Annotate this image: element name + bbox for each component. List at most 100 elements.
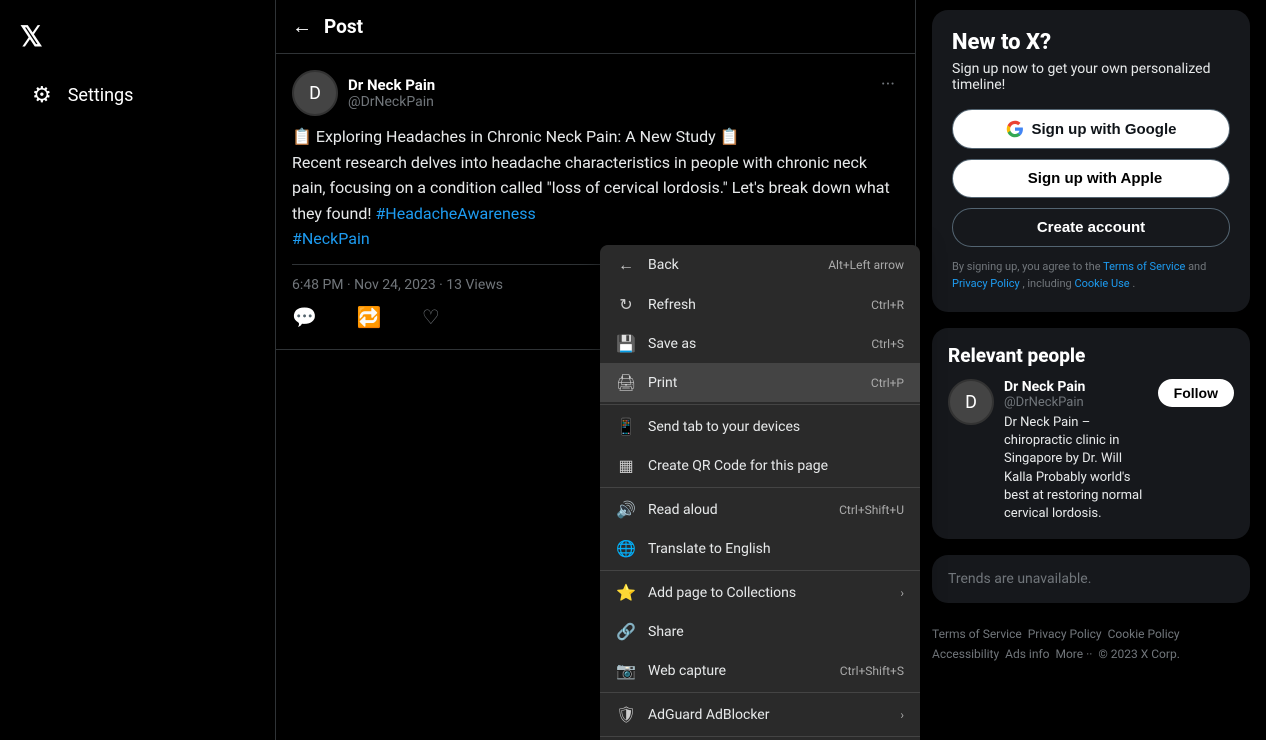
create-account-label: Create account [1037,219,1145,236]
post-header: ← Post [276,0,915,54]
reply-button[interactable]: 💬 [292,305,317,329]
context-menu-item-collections[interactable]: ⭐Add page to Collections › [600,573,920,612]
send-tab-icon: 📱 [616,417,636,436]
footer-terms-link[interactable]: Terms of Service [932,627,1022,641]
read-aloud-icon: 🔊 [616,500,636,519]
new-to-x-title: New to X? [952,30,1230,55]
ctx-left-back: ← Back [616,255,679,275]
sidebar-item-label: Settings [68,85,134,106]
back-icon: ← [616,255,636,275]
save-as-icon: 💾 [616,334,636,353]
cookie-use-link[interactable]: Cookie Use [1074,277,1129,290]
repost-button[interactable]: 🔁 [357,305,382,329]
back-button[interactable]: ← [292,14,312,39]
ctx-left-save-as: 💾 Save as [616,334,696,353]
new-to-x-subtitle: Sign up now to get your own personalized… [952,61,1230,93]
ctx-shortcut-save-as: Ctrl+S [871,337,904,351]
right-sidebar: New to X? Sign up now to get your own pe… [916,0,1266,740]
person-avatar: D [948,379,994,425]
qr-code-icon: ▦ [616,456,636,475]
context-menu-item-adguard[interactable]: 🛡 AdGuard AdBlocker › [600,695,920,734]
ctx-label-read-aloud: Read aloud [648,502,718,518]
adguard-icon: 🛡 [616,705,636,724]
trends-unavailable: Trends are unavailable. [948,571,1234,587]
refresh-icon: ↻ [616,295,636,314]
relevant-people-title: Relevant people [948,344,1234,367]
post-author-row: D Dr Neck Pain @DrNeckPain ··· [292,70,899,116]
terms-of-service-link[interactable]: Terms of Service [1103,260,1185,273]
avatar: D [292,70,338,116]
post-text: 📋 Exploring Headaches in Chronic Neck Pa… [292,124,899,252]
ctx-left-share: 🔗Share [616,622,684,641]
new-to-x-box: New to X? Sign up now to get your own pe… [932,10,1250,312]
ctx-label-back: Back [648,257,679,273]
person-bio: Dr Neck Pain – chiropractic clinic in Si… [1004,414,1148,523]
ctx-label-refresh: Refresh [648,297,696,313]
ctx-label-share: Share [648,624,684,640]
more-options-button[interactable]: ··· [877,70,899,99]
ctx-left-collections: ⭐Add page to Collections [616,583,796,602]
ctx-label-send-tab: Send tab to your devices [648,419,800,435]
author-handle: @DrNeckPain [348,94,435,110]
signup-google-label: Sign up with Google [1032,121,1177,138]
ctx-label-qr-code: Create QR Code for this page [648,458,828,474]
ctx-left-web-capture: 📷Web capture [616,661,726,680]
footer-more-link[interactable]: More ·· [1055,647,1092,661]
create-account-button[interactable]: Create account [952,208,1230,247]
footer-accessibility-link[interactable]: Accessibility [932,647,999,661]
sidebar-item-settings[interactable]: ⚙ Settings [20,73,255,118]
ctx-shortcut-web-capture: Ctrl+Shift+S [840,664,904,678]
person-handle: @DrNeckPain [1004,395,1148,410]
x-logo: 𝕏 [20,10,255,63]
footer-privacy-link[interactable]: Privacy Policy [1028,627,1102,641]
ctx-label-save-as: Save as [648,336,696,352]
gear-icon: ⚙ [32,83,52,108]
ctx-shortcut-back: Alt+Left arrow [828,258,904,272]
context-menu-divider [600,404,920,405]
ctx-left-send-tab: 📱 Send tab to your devices [616,417,800,436]
ctx-arrow-adguard: › [900,708,904,722]
context-menu-item-refresh[interactable]: ↻RefreshCtrl+R [600,285,920,324]
signup-apple-button[interactable]: Sign up with Apple [952,159,1230,198]
signup-google-button[interactable]: Sign up with Google [952,109,1230,149]
context-menu-item-web-capture[interactable]: 📷Web capture Ctrl+Shift+S [600,651,920,690]
context-menu-item-translate[interactable]: 🌐Translate to English [600,529,920,568]
footer-cookie-link[interactable]: Cookie Policy [1108,627,1180,641]
context-menu-item-read-aloud[interactable]: 🔊 Read aloud Ctrl+Shift+U [600,490,920,529]
follow-button[interactable]: Follow [1158,379,1234,407]
hashtag-1[interactable]: #HeadacheAwareness [375,204,535,223]
context-menu-item-send-tab[interactable]: 📱 Send tab to your devices [600,407,920,446]
ctx-label-print: Print [648,375,677,391]
ctx-shortcut-print: Ctrl+P [871,376,904,390]
ctx-arrow-collections: › [900,586,904,600]
person-row: D Dr Neck Pain @DrNeckPain Dr Neck Pain … [948,379,1234,523]
hashtag-2[interactable]: #NeckPain [292,229,370,248]
context-menu-item-qr-code[interactable]: ▦ Create QR Code for this page [600,446,920,485]
footer-links: Terms of Service Privacy Policy Cookie P… [932,619,1250,669]
ctx-left-adguard: 🛡 AdGuard AdBlocker [616,705,769,724]
print-icon: 🖨 [616,373,636,392]
google-icon [1006,120,1024,138]
person-name: Dr Neck Pain [1004,379,1148,395]
ctx-label-collections: Add page to Collections [648,585,796,601]
ctx-left-refresh: ↻ Refresh [616,295,696,314]
ctx-left-qr-code: ▦ Create QR Code for this page [616,456,828,475]
ctx-shortcut-read-aloud: Ctrl+Shift+U [839,503,904,517]
like-button[interactable]: ♡ [422,305,440,329]
privacy-policy-link[interactable]: Privacy Policy [952,277,1020,290]
context-menu[interactable]: ←BackAlt+Left arrow↻RefreshCtrl+R💾Save a… [600,245,920,740]
context-menu-item-print[interactable]: 🖨 Print Ctrl+P [600,363,920,402]
ctx-left-print: 🖨 Print [616,373,677,392]
context-menu-item-save-as[interactable]: 💾 Save as Ctrl+S [600,324,920,363]
ctx-label-translate: Translate to English [648,541,771,557]
ctx-label-adguard: AdGuard AdBlocker [648,707,769,723]
terms-text: By signing up, you agree to the Terms of… [952,259,1230,292]
left-sidebar: 𝕏 ⚙ Settings [0,0,275,740]
context-menu-item-share[interactable]: 🔗Share [600,612,920,651]
footer-copyright: © 2023 X Corp. [1098,647,1179,661]
context-menu-item-back[interactable]: ← Back Alt+Left arrow [600,245,920,285]
signup-apple-label: Sign up with Apple [1028,170,1162,187]
relevant-people-box: Relevant people D Dr Neck Pain @DrNeckPa… [932,328,1250,539]
footer-ads-link[interactable]: Ads info [1005,647,1049,661]
context-menu-divider [600,487,920,488]
